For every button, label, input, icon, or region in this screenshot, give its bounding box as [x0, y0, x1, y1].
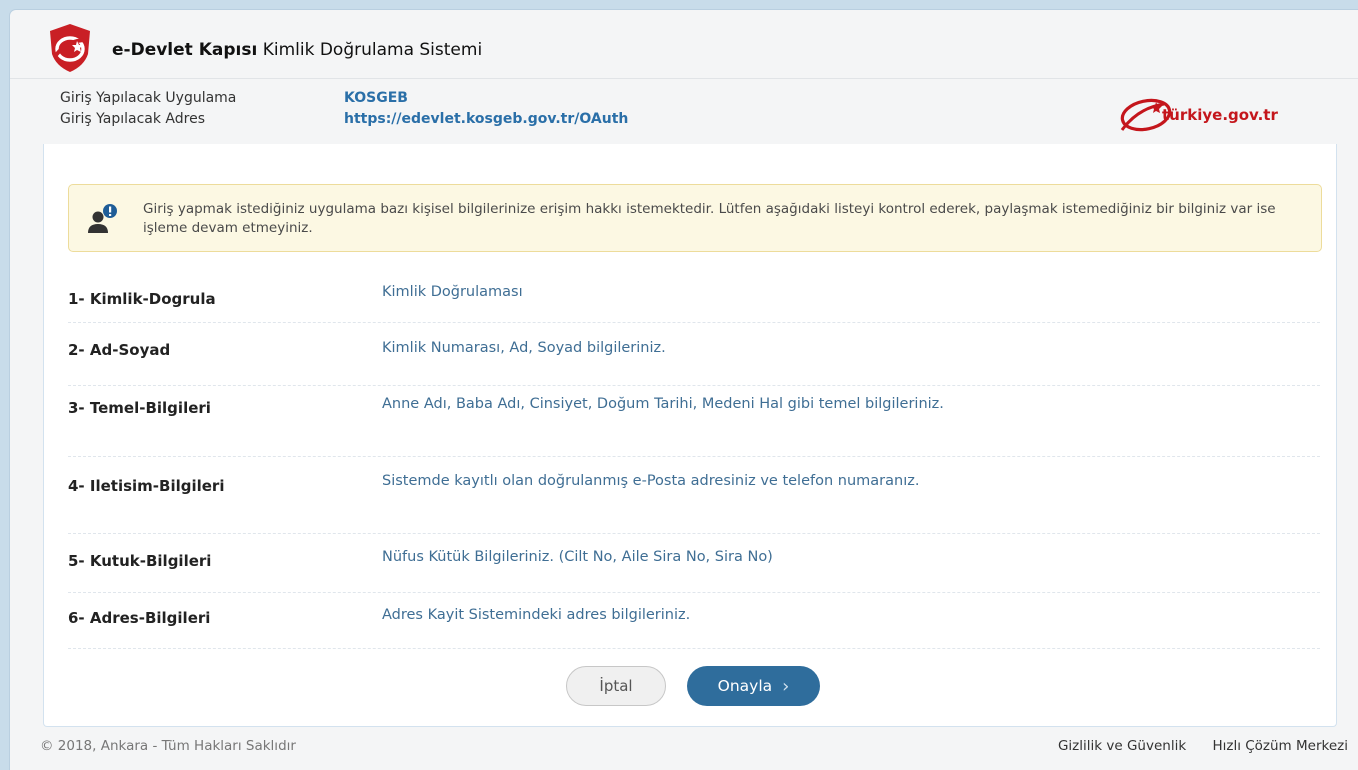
- app-info-labels: Giriş Yapılacak Uygulama Giriş Yapılacak…: [60, 88, 236, 130]
- privacy-link[interactable]: Gizlilik ve Güvenlik: [1058, 738, 1186, 754]
- permission-key: 5- Kutuk-Bilgileri: [68, 552, 212, 570]
- permission-key: 3- Temel-Bilgileri: [68, 399, 211, 417]
- permission-desc: Anne Adı, Baba Adı, Cinsiyet, Doğum Tari…: [382, 396, 944, 412]
- permission-desc: Nüfus Kütük Bilgileriniz. (Cilt No, Aile…: [382, 549, 773, 565]
- permission-desc: Kimlik Numarası, Ad, Soyad bilgileriniz.: [382, 340, 666, 356]
- edevlet-logo-icon: [50, 24, 90, 72]
- cancel-button[interactable]: İptal: [566, 666, 666, 706]
- address-label: Giriş Yapılacak Adres: [60, 111, 205, 127]
- brand-rest: Kimlik Doğrulama Sistemi: [257, 40, 483, 60]
- footer-links: Gizlilik ve Güvenlik Hızlı Çözüm Merkezi: [1036, 738, 1348, 754]
- confirm-button-label: Onayla: [717, 677, 773, 695]
- permission-desc: Adres Kayit Sistemindeki adres bilgileri…: [382, 607, 691, 623]
- permission-key: 4- Iletisim-Bilgileri: [68, 477, 225, 495]
- consent-panel: Giriş yapmak istediğiniz uygulama bazı k…: [43, 144, 1337, 727]
- app-label: Giriş Yapılacak Uygulama: [60, 90, 237, 106]
- confirm-button[interactable]: Onayla ›: [687, 666, 820, 706]
- user-alert-icon: [88, 204, 117, 233]
- permission-row: 6- Adres-Bilgileri Adres Kayit Sistemind…: [68, 593, 1320, 649]
- permission-row: 1- Kimlik-Dogrula Kimlik Doğrulaması: [68, 270, 1320, 323]
- turkiye-gov-logo-text: türkiye.gov.tr: [1162, 106, 1278, 124]
- permission-desc: Sistemde kayıtlı olan doğrulanmış e-Post…: [382, 473, 920, 489]
- permission-row: 2- Ad-Soyad Kimlik Numarası, Ad, Soyad b…: [68, 323, 1320, 386]
- copyright-text: © 2018, Ankara - Tüm Hakları Saklıdır: [40, 738, 296, 754]
- brand-title: e-Devlet Kapısı Kimlik Doğrulama Sistemi: [112, 40, 482, 60]
- permission-row: 4- Iletisim-Bilgileri Sistemde kayıtlı o…: [68, 457, 1320, 534]
- app-info-values: KOSGEB https://edevlet.kosgeb.gov.tr/OAu…: [344, 88, 628, 130]
- brand-bold: e-Devlet Kapısı: [112, 40, 258, 60]
- permission-row: 5- Kutuk-Bilgileri Nüfus Kütük Bilgileri…: [68, 534, 1320, 593]
- page-frame: e-Devlet Kapısı Kimlik Doğrulama Sistemi…: [10, 10, 1358, 770]
- header-bar: e-Devlet Kapısı Kimlik Doğrulama Sistemi: [10, 10, 1358, 79]
- permission-row: 3- Temel-Bilgileri Anne Adı, Baba Adı, C…: [68, 386, 1320, 457]
- alert-text: Giriş yapmak istediğiniz uygulama bazı k…: [143, 201, 1276, 236]
- app-value: KOSGEB: [344, 90, 408, 106]
- cancel-button-label: İptal: [599, 677, 633, 695]
- chevron-right-icon: ›: [782, 675, 790, 697]
- permission-key: 2- Ad-Soyad: [68, 341, 171, 359]
- permission-desc: Kimlik Doğrulaması: [382, 284, 523, 300]
- permission-key: 1- Kimlik-Dogrula: [68, 290, 216, 308]
- permission-key: 6- Adres-Bilgileri: [68, 609, 211, 627]
- support-link[interactable]: Hızlı Çözüm Merkezi: [1212, 738, 1348, 754]
- address-value: https://edevlet.kosgeb.gov.tr/OAuth: [344, 111, 629, 127]
- warning-alert: Giriş yapmak istediğiniz uygulama bazı k…: [68, 184, 1322, 252]
